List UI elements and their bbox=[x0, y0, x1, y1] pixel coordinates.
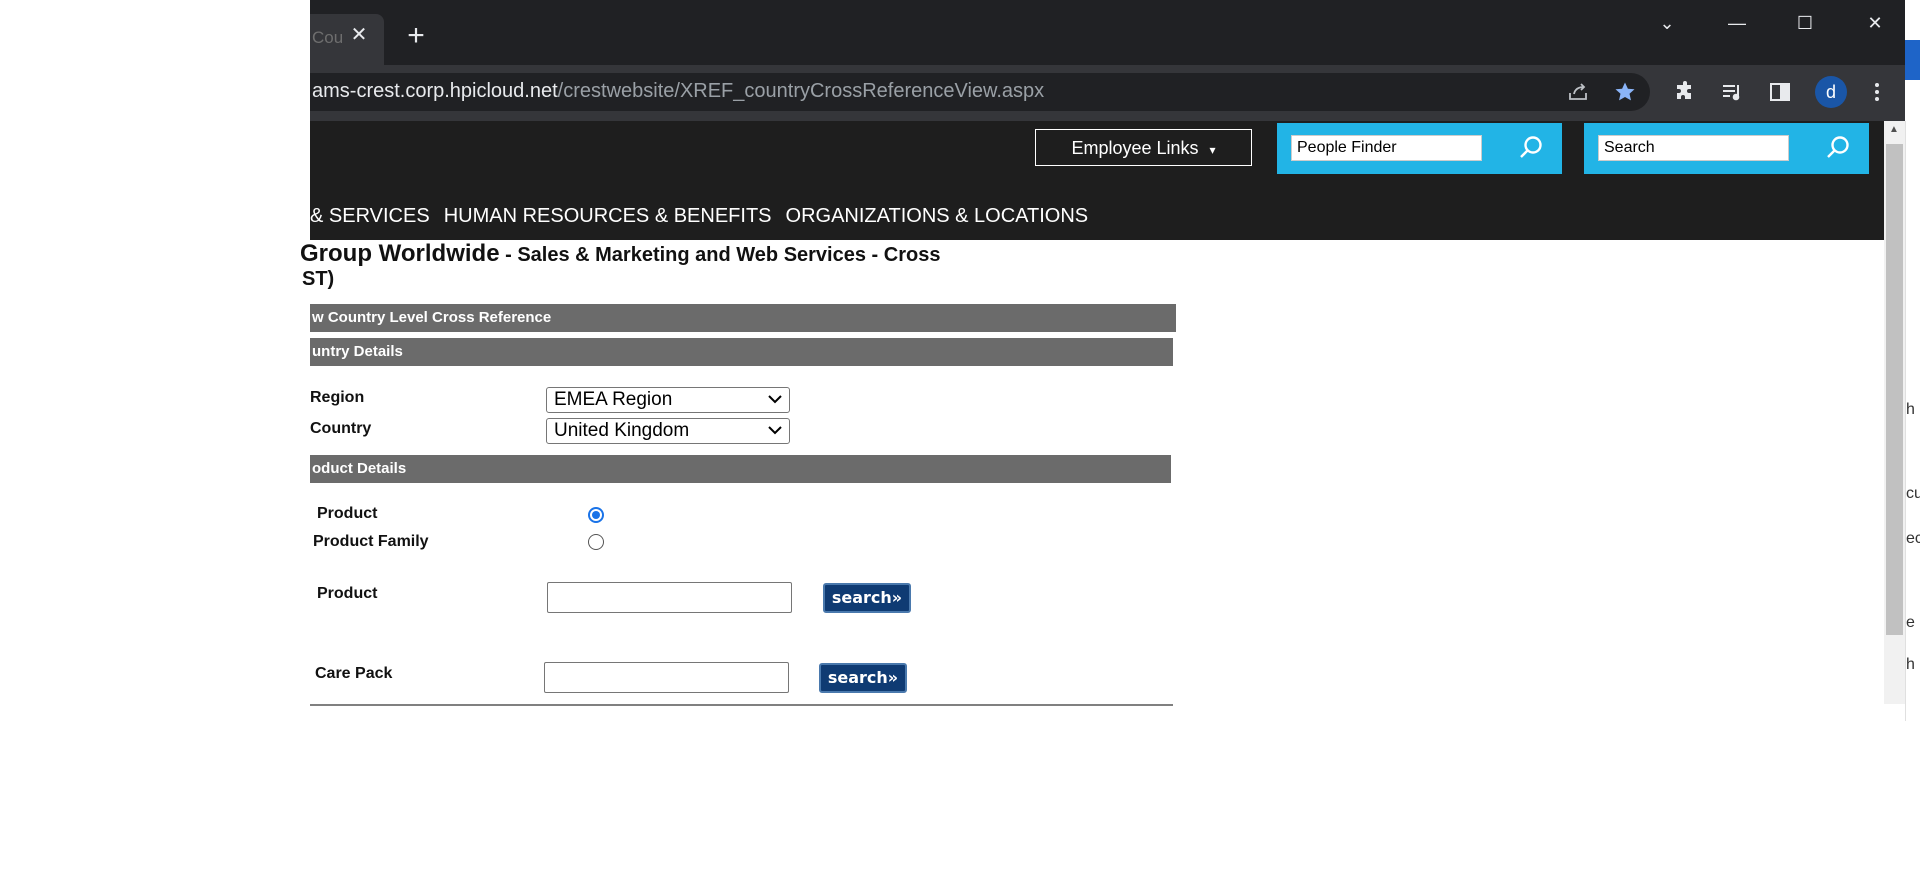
employee-links-dropdown[interactable]: Employee Links ▾ bbox=[1035, 129, 1252, 166]
page-title-main: Group Worldwide bbox=[300, 240, 500, 267]
region-select-value: EMEA Region bbox=[554, 389, 673, 410]
nav-item-organizations[interactable]: ORGANIZATIONS & LOCATIONS bbox=[786, 205, 1089, 227]
background-text-fragment: h bbox=[1906, 656, 1915, 673]
region-label: Region bbox=[310, 389, 365, 406]
url-host: ams-crest.corp.hpicloud.net bbox=[312, 80, 558, 102]
site-search-icon[interactable] bbox=[1825, 135, 1851, 161]
people-finder-box bbox=[1277, 123, 1562, 174]
background-text-fragment: cu bbox=[1906, 485, 1920, 502]
tab-title[interactable]: Coun bbox=[312, 28, 342, 48]
radio-family-label: Product Family bbox=[313, 533, 429, 550]
chevron-down-icon bbox=[768, 426, 782, 435]
chevron-down-icon bbox=[768, 395, 782, 404]
people-finder-search-icon[interactable] bbox=[1518, 135, 1544, 161]
minimize-button[interactable]: — bbox=[1713, 10, 1761, 36]
product-family-radio[interactable] bbox=[588, 534, 604, 550]
product-field-label: Product bbox=[317, 585, 378, 602]
tab-close-icon[interactable]: ✕ bbox=[349, 25, 369, 45]
share-icon[interactable] bbox=[1565, 80, 1591, 106]
page-title-sub: - Sales & Marketing and Web Services - C… bbox=[499, 244, 941, 266]
product-radio[interactable] bbox=[588, 507, 604, 523]
people-finder-input[interactable] bbox=[1291, 135, 1482, 161]
scroll-up-arrow-icon[interactable]: ▲ bbox=[1887, 124, 1901, 138]
caret-down-icon: ▾ bbox=[1209, 143, 1216, 157]
page-title: Group Worldwide - Sales & Marketing and … bbox=[300, 240, 940, 268]
carepack-label: Care Pack bbox=[315, 665, 393, 682]
country-select-value: United Kingdom bbox=[554, 420, 690, 441]
section-country-header: untry Details bbox=[310, 338, 1173, 366]
country-select[interactable]: United Kingdom bbox=[546, 418, 790, 444]
product-search-button[interactable]: search» bbox=[823, 583, 911, 613]
browser-menu-icon[interactable] bbox=[1864, 80, 1890, 106]
page-title-line2: ST) bbox=[302, 268, 335, 290]
carepack-input[interactable] bbox=[544, 662, 789, 693]
section-view-header: w Country Level Cross Reference bbox=[310, 304, 1176, 332]
employee-links-label: Employee Links bbox=[1071, 138, 1199, 158]
extensions-icon[interactable] bbox=[1672, 80, 1698, 106]
url-path: /crestwebsite/XREF_countryCrossReference… bbox=[557, 80, 1045, 102]
background-text-fragment: h bbox=[1906, 401, 1915, 418]
maximize-button[interactable]: ☐ bbox=[1781, 10, 1829, 36]
background-text-fragment: ec bbox=[1906, 530, 1920, 547]
region-select[interactable]: EMEA Region bbox=[546, 387, 790, 413]
media-control-icon[interactable] bbox=[1719, 80, 1745, 106]
content-divider bbox=[310, 704, 1173, 706]
main-navigation: & SERVICES HUMAN RESOURCES & BENEFITS ORGA… bbox=[310, 205, 1102, 228]
profile-avatar[interactable]: d bbox=[1815, 76, 1847, 108]
nav-item-services[interactable]: & SERVICES bbox=[310, 205, 430, 227]
site-search-box bbox=[1584, 123, 1869, 174]
background-window-edge bbox=[1905, 40, 1920, 80]
product-input[interactable] bbox=[547, 582, 792, 613]
close-window-button[interactable]: ✕ bbox=[1851, 10, 1899, 36]
radio-dot bbox=[592, 511, 600, 519]
side-panel-icon[interactable] bbox=[1767, 80, 1793, 106]
site-search-input[interactable] bbox=[1598, 135, 1789, 161]
carepack-search-button[interactable]: search» bbox=[819, 663, 907, 693]
country-label: Country bbox=[310, 420, 372, 437]
bookmark-star-icon[interactable] bbox=[1612, 80, 1638, 106]
background-text-fragment: e bbox=[1906, 614, 1915, 631]
scrollbar-thumb[interactable] bbox=[1886, 144, 1903, 635]
new-tab-button[interactable]: + bbox=[402, 21, 430, 51]
url-text[interactable]: ams-crest.corp.hpicloud.net/crestwebsite… bbox=[312, 80, 1044, 103]
section-product-header: oduct Details bbox=[310, 455, 1171, 483]
tab-search-icon[interactable]: ⌄ bbox=[1643, 10, 1691, 36]
nav-item-human-resources[interactable]: HUMAN RESOURCES & BENEFITS bbox=[444, 205, 772, 227]
radio-product-label: Product bbox=[317, 505, 378, 522]
